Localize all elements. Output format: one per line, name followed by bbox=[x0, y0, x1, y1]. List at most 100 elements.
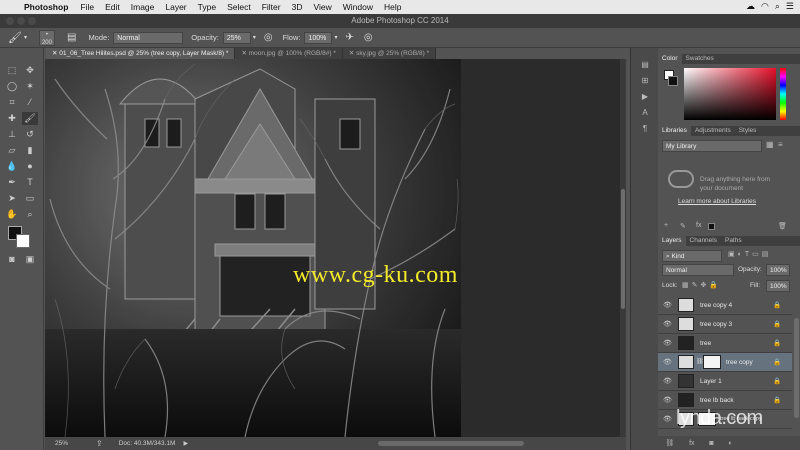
eraser-icon[interactable]: ▱ bbox=[4, 144, 20, 157]
brush-size-picker[interactable]: • 200 bbox=[38, 29, 55, 46]
background-color-swatch[interactable] bbox=[16, 234, 30, 248]
add-brush-icon[interactable]: ✎ bbox=[680, 222, 686, 230]
healing-brush-icon[interactable]: ✚ bbox=[4, 112, 20, 125]
visibility-eye-icon[interactable]: 👁 bbox=[663, 320, 672, 328]
doc-tab-sky[interactable]: ✕ sky.jpg @ 25% (RGB/8) * bbox=[342, 48, 437, 59]
document-canvas[interactable] bbox=[45, 59, 461, 437]
menu-3d[interactable]: 3D bbox=[292, 2, 303, 12]
close-window-button[interactable] bbox=[6, 17, 14, 25]
doc-tab-tree-hilites[interactable]: ✕ 01_06_Tree Hilites.psd @ 25% (tree cop… bbox=[46, 48, 236, 59]
add-style-icon[interactable]: fx bbox=[696, 222, 701, 229]
library-dropdown[interactable]: My Library bbox=[662, 140, 762, 152]
magic-wand-icon[interactable]: ✶ bbox=[22, 80, 38, 93]
link-layers-icon[interactable]: ⛓ bbox=[665, 439, 674, 447]
menu-select[interactable]: Select bbox=[227, 2, 251, 12]
add-content-icon[interactable]: + bbox=[664, 222, 668, 229]
menu-help[interactable]: Help bbox=[384, 2, 401, 12]
rectangle-tool-icon[interactable]: ▭ bbox=[22, 192, 38, 205]
gradient-tool-icon[interactable]: ▮ bbox=[22, 144, 38, 157]
history-brush-icon[interactable]: ↺ bbox=[22, 128, 38, 141]
paragraph-panel-icon[interactable]: ¶ bbox=[640, 124, 650, 134]
tool-preset-dropdown-icon[interactable]: ▾ bbox=[24, 34, 27, 41]
wifi-icon[interactable]: ◠ bbox=[761, 1, 769, 12]
list-icon[interactable]: ☰ bbox=[786, 1, 794, 12]
pressure-opacity-icon[interactable]: ◎ bbox=[264, 32, 273, 43]
layer-row[interactable]: 👁 tree copy 3 🔒 bbox=[658, 315, 792, 334]
flow-field[interactable]: 100% bbox=[304, 31, 333, 44]
blur-tool-icon[interactable]: 💧 bbox=[4, 160, 20, 173]
app-menu[interactable]: Photoshop bbox=[24, 2, 68, 12]
tab-paths[interactable]: Paths bbox=[721, 236, 746, 246]
opacity-field[interactable]: 25% bbox=[222, 31, 251, 44]
dodge-tool-icon[interactable]: ● bbox=[22, 160, 38, 173]
library-list-view-icon[interactable]: ≡ bbox=[778, 140, 783, 149]
adjustment-layer-icon[interactable]: ◐ bbox=[728, 440, 732, 447]
blend-mode-dropdown[interactable]: Normal bbox=[662, 264, 734, 276]
flow-dropdown-icon[interactable]: ▾ bbox=[334, 34, 337, 41]
opacity-dropdown-icon[interactable]: ▾ bbox=[253, 34, 256, 41]
color-field[interactable] bbox=[684, 68, 776, 120]
menu-type[interactable]: Type bbox=[198, 2, 216, 12]
library-delete-icon[interactable]: 🗑 bbox=[778, 222, 787, 230]
tab-libraries[interactable]: Libraries bbox=[658, 126, 691, 136]
zoom-window-button[interactable] bbox=[28, 17, 36, 25]
tab-layers[interactable]: Layers bbox=[658, 236, 686, 246]
properties-panel-icon[interactable]: ⊞ bbox=[640, 76, 650, 86]
actions-panel-icon[interactable]: ▶ bbox=[640, 92, 650, 102]
screen-mode-icon[interactable]: ▣ bbox=[22, 253, 38, 266]
menu-file[interactable]: File bbox=[80, 2, 94, 12]
tab-adjustments[interactable]: Adjustments bbox=[691, 126, 735, 136]
visibility-eye-icon[interactable]: 👁 bbox=[663, 377, 672, 385]
menu-filter[interactable]: Filter bbox=[262, 2, 281, 12]
layer-row-selected[interactable]: 👁 ⛓ tree copy 🔒 bbox=[658, 353, 792, 372]
crop-tool-icon[interactable]: ⌗ bbox=[4, 96, 20, 109]
canvas-area[interactable]: www.cg-ku.com bbox=[45, 59, 626, 437]
layer-mask-thumbnail[interactable] bbox=[703, 355, 721, 369]
creative-cloud-icon[interactable]: ☁ bbox=[746, 1, 755, 12]
layer-filter-icons[interactable]: ▣◐T▭▤ bbox=[728, 250, 771, 258]
visibility-eye-icon[interactable]: 👁 bbox=[663, 301, 672, 309]
fill-field[interactable]: 100% bbox=[766, 280, 790, 292]
scroll-thumb[interactable] bbox=[621, 189, 625, 309]
doc-tab-moon[interactable]: ✕ moon.jpg @ 100% (RGB/8#) * bbox=[235, 48, 343, 59]
library-grid-view-icon[interactable]: ▦ bbox=[766, 140, 774, 149]
marquee-tool-icon[interactable]: ⬚ bbox=[4, 64, 20, 77]
canvas-vertical-scrollbar[interactable] bbox=[620, 59, 626, 437]
type-tool-icon[interactable]: T bbox=[22, 176, 38, 189]
layer-row[interactable]: 👁 tree 🔒 bbox=[658, 334, 792, 353]
hand-tool-icon[interactable]: ✋ bbox=[4, 208, 20, 221]
tab-channels[interactable]: Channels bbox=[686, 236, 721, 246]
layers-scrollbar[interactable] bbox=[794, 318, 799, 418]
add-mask-icon[interactable]: ◙ bbox=[709, 440, 713, 447]
doc-tab-close-icon[interactable]: ✕ bbox=[241, 50, 248, 57]
visibility-eye-icon[interactable]: 👁 bbox=[663, 358, 672, 366]
horizontal-scrollbar[interactable] bbox=[378, 441, 525, 446]
layer-row[interactable]: 👁 tree copy 4 🔒 bbox=[658, 296, 792, 315]
pressure-size-icon[interactable]: ◎ bbox=[364, 32, 373, 43]
layer-opacity-field[interactable]: 100% bbox=[766, 264, 790, 276]
history-panel-icon[interactable]: ▤ bbox=[640, 60, 650, 70]
zoom-tool-icon[interactable]: ⌕ bbox=[22, 208, 38, 221]
visibility-eye-icon[interactable]: 👁 bbox=[663, 415, 672, 423]
character-panel-icon[interactable]: A bbox=[640, 108, 650, 118]
brush-tool-icon[interactable]: 🖌 bbox=[8, 31, 22, 44]
lock-icons[interactable]: ▦✎✥🔒 bbox=[682, 281, 721, 289]
airbrush-icon[interactable]: ✈ bbox=[346, 32, 354, 43]
clone-stamp-icon[interactable]: ⊥ bbox=[4, 128, 20, 141]
visibility-eye-icon[interactable]: 👁 bbox=[663, 339, 672, 347]
status-menu-arrow-icon[interactable]: ▶ bbox=[183, 440, 188, 447]
brush-tool-icon[interactable]: 🖌 bbox=[22, 112, 38, 125]
layer-row[interactable]: 👁 Layer 1 🔒 bbox=[658, 372, 792, 391]
menu-view[interactable]: View bbox=[313, 2, 331, 12]
tab-styles[interactable]: Styles bbox=[735, 126, 761, 136]
minimize-window-button[interactable] bbox=[17, 17, 25, 25]
layer-filter-dropdown[interactable]: ⌕ Kind bbox=[662, 250, 722, 262]
mode-dropdown[interactable]: Normal bbox=[113, 31, 184, 44]
menu-edit[interactable]: Edit bbox=[105, 2, 120, 12]
zoom-level[interactable]: 25% bbox=[55, 440, 68, 447]
tab-color[interactable]: Color bbox=[658, 54, 682, 64]
pen-tool-icon[interactable]: ✒ bbox=[4, 176, 20, 189]
hue-slider[interactable] bbox=[780, 68, 786, 120]
brush-panel-icon[interactable]: ▤ bbox=[67, 32, 76, 43]
move-tool-icon[interactable]: ✥ bbox=[22, 64, 38, 77]
